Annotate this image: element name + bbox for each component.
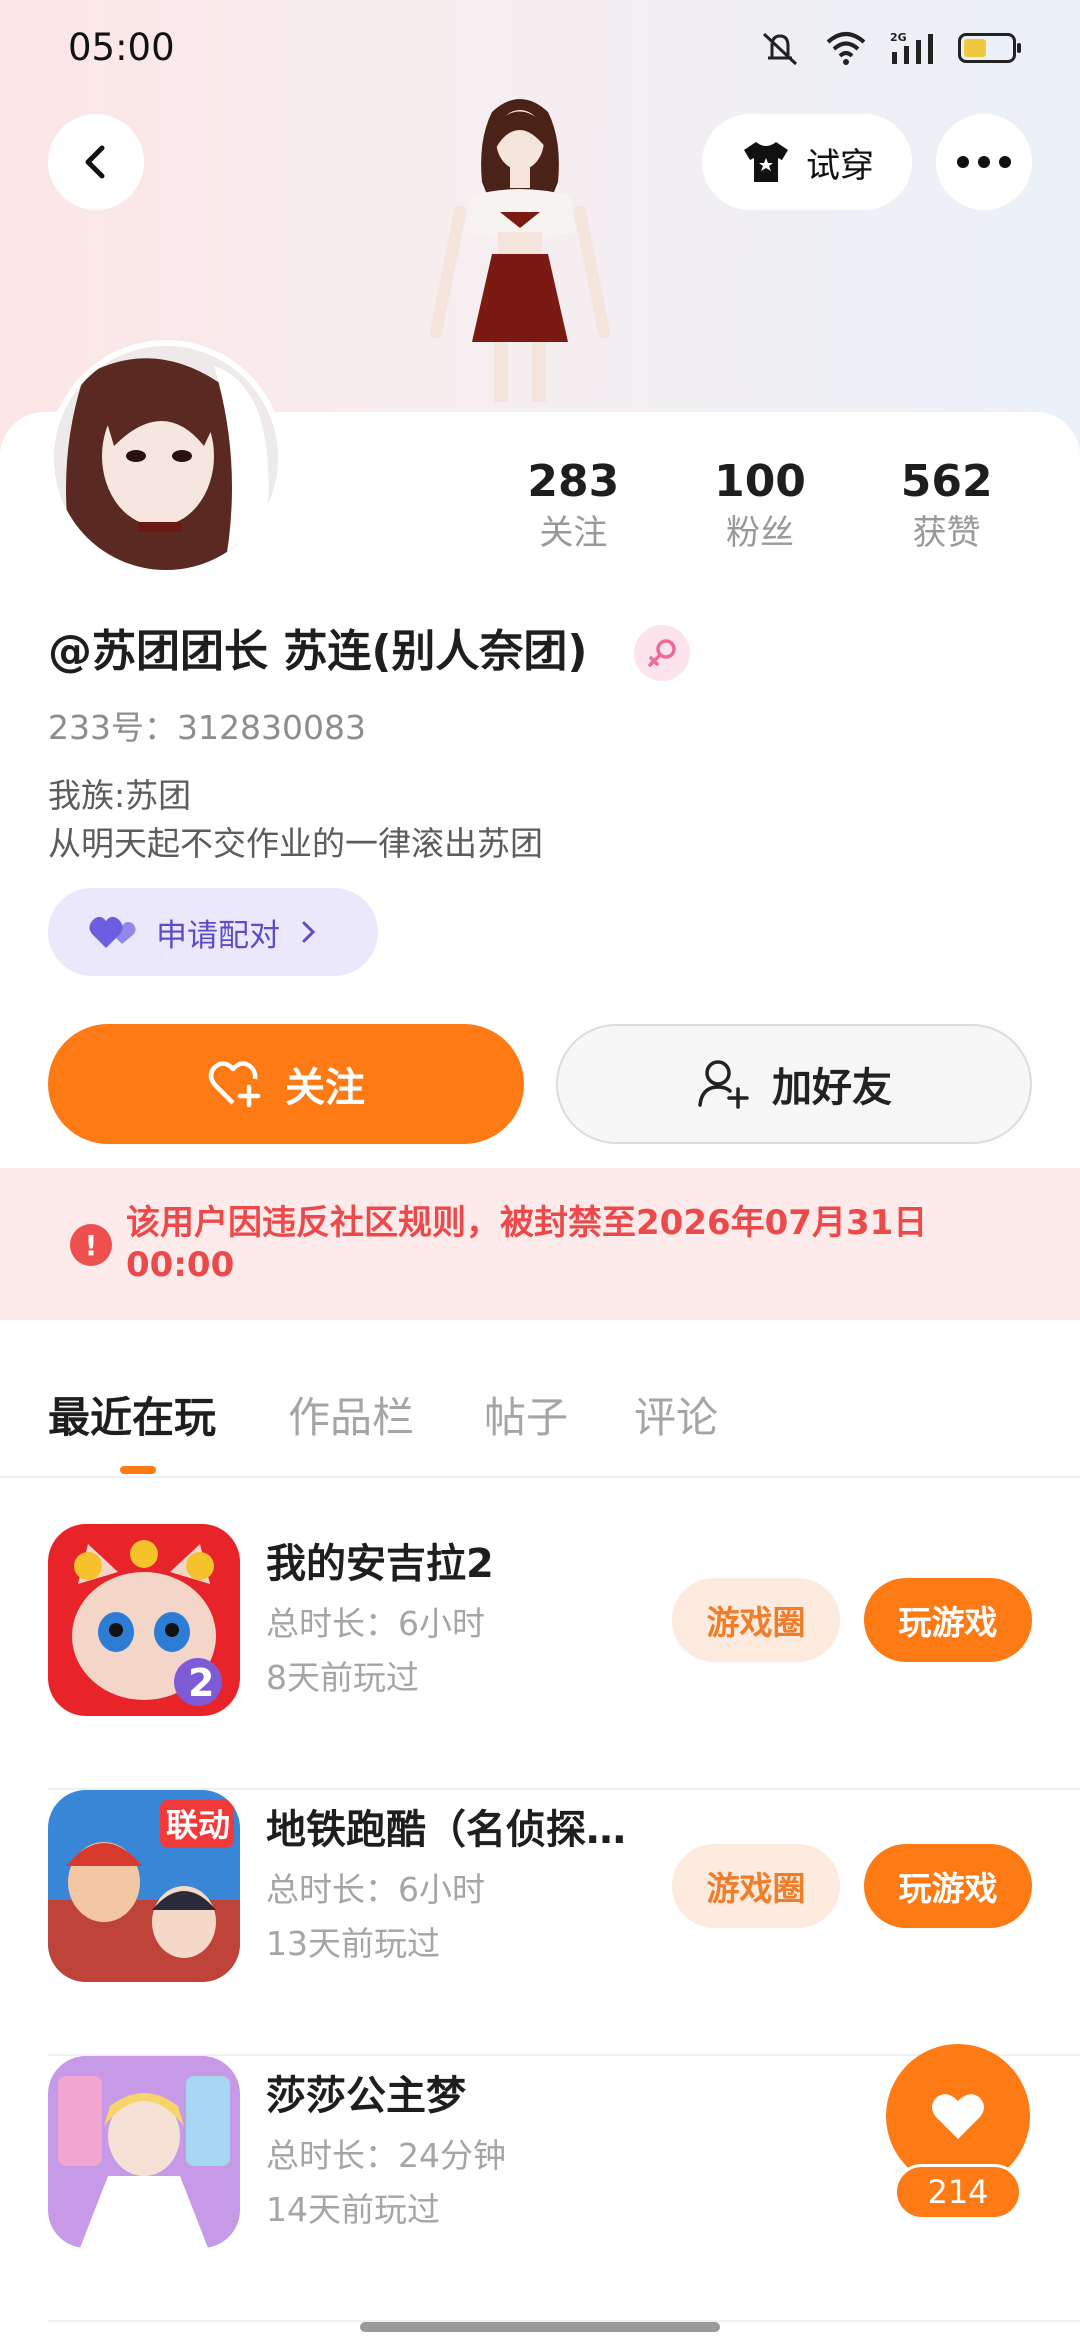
game-icon: 2 [48, 1524, 240, 1716]
active-tab-indicator [120, 1466, 156, 1474]
status-time: 05:00 [68, 26, 175, 69]
play-game-button[interactable]: 玩游戏 [864, 1578, 1032, 1662]
stat-following[interactable]: 283 关注 [480, 456, 667, 558]
chevron-right-icon [302, 921, 316, 943]
avatar-3d-character [430, 99, 610, 402]
add-user-icon [698, 1060, 749, 1109]
tab-posts[interactable]: 帖子 [484, 1384, 568, 1445]
bio-line: 我族:苏团 [48, 776, 192, 815]
avatar[interactable] [48, 340, 284, 576]
stat-fans[interactable]: 100 粉丝 [667, 456, 854, 558]
heart-plus-icon [208, 1061, 261, 1108]
game-duration: 总时长：24分钟 [266, 2136, 506, 2175]
stat-label: 粉丝 [726, 513, 794, 553]
game-name: 地铁跑酷（名侦探… [266, 1807, 626, 1853]
female-gender-badge [634, 625, 690, 681]
apply-pair-button[interactable]: 申请配对 [48, 888, 378, 976]
heart-icon [932, 2094, 984, 2139]
try-on-label: 试穿 [806, 145, 874, 186]
warning-icon: ! [70, 1224, 112, 1266]
game-circle-button[interactable]: 游戏圈 [672, 1844, 840, 1928]
game-last-played: 8天前玩过 [266, 1658, 419, 1697]
game-duration: 总时长：6小时 [266, 1604, 485, 1643]
princess-game-icon [48, 2056, 240, 2248]
tab-works[interactable]: 作品栏 [288, 1384, 414, 1445]
play-game-button[interactable]: 玩游戏 [864, 1844, 1032, 1928]
list-item[interactable]: 联动 地铁跑酷（名侦探… 总时长：6小时 13天前玩过 游戏圈 玩游戏 [0, 1790, 1080, 2056]
game-last-played: 13天前玩过 [266, 1924, 440, 1963]
game-icon [48, 2056, 240, 2248]
game-name: 我的安吉拉2 [266, 1541, 494, 1587]
stat-value: 562 [900, 456, 993, 507]
more-options-button[interactable] [936, 114, 1032, 210]
stat-label: 获赞 [912, 513, 981, 553]
user-nickname: @苏团团长 苏连(别人奈团) [48, 626, 588, 677]
game-last-played: 14天前玩过 [266, 2190, 440, 2229]
bio-line: 从明天起不交作业的一律滚出苏团 [48, 824, 543, 863]
add-friend-label: 加好友 [772, 1065, 892, 1111]
ban-notice-banner: ! 该用户因违反社区规则，被封禁至2026年07月31日 00:00 [0, 1168, 1080, 1320]
profile-tabs: 最近在玩 作品栏 帖子 评论 [0, 1370, 1080, 1478]
game-name: 莎莎公主梦 [266, 2073, 466, 2119]
home-indicator[interactable] [360, 2322, 720, 2332]
follow-label: 关注 [285, 1065, 365, 1111]
like-count: 214 [894, 2164, 1022, 2220]
status-icons: 2G [758, 24, 1021, 72]
game-circle-button[interactable]: 游戏圈 [672, 1578, 840, 1662]
game-icon: 联动 [48, 1790, 240, 1982]
hearts-icon [89, 916, 136, 948]
try-on-button[interactable]: 试穿 [702, 114, 912, 210]
svg-text:2G: 2G [890, 31, 907, 44]
apply-pair-label: 申请配对 [156, 917, 280, 954]
tab-comments[interactable]: 评论 [634, 1384, 718, 1445]
status-bar: 05:00 2G [0, 0, 1080, 96]
wifi-icon [826, 32, 866, 65]
shirt-icon [744, 142, 788, 182]
user-id: 233号：312830083 [48, 708, 366, 747]
ban-notice-text: 该用户因违反社区规则，被封禁至2026年07月31日 00:00 [126, 1203, 928, 1285]
mute-icon [762, 32, 798, 66]
game-duration: 总时长：6小时 [266, 1870, 485, 1909]
chevron-left-icon [85, 145, 105, 179]
add-friend-button[interactable]: 加好友 [556, 1024, 1032, 1144]
list-item[interactable]: 2 我的安吉拉2 总时长：6小时 8天前玩过 游戏圈 玩游戏 [0, 1524, 1080, 1790]
stat-label: 关注 [539, 513, 608, 553]
signal-icon: 2G [890, 31, 933, 64]
back-button[interactable] [48, 114, 144, 210]
subway-surfers-game-icon: 联动 [48, 1790, 240, 1982]
follow-button[interactable]: 关注 [48, 1024, 524, 1144]
stat-value: 100 [714, 456, 806, 507]
stat-likes[interactable]: 562 获赞 [853, 456, 1040, 558]
female-icon [648, 639, 676, 667]
more-dots-icon [957, 156, 1011, 168]
svg-text:联动: 联动 [166, 1806, 230, 1844]
tab-recently-played[interactable]: 最近在玩 [48, 1384, 216, 1445]
avatar-image [54, 346, 278, 570]
battery-icon [958, 33, 1021, 63]
svg-text:2: 2 [188, 1661, 214, 1705]
user-bio: 我族:苏团 从明天起不交作业的一律滚出苏团 [48, 772, 543, 868]
profile-stats: 283 关注 100 粉丝 562 获赞 [480, 456, 1040, 558]
stat-value: 283 [527, 456, 620, 507]
angela-game-icon: 2 [48, 1524, 240, 1716]
